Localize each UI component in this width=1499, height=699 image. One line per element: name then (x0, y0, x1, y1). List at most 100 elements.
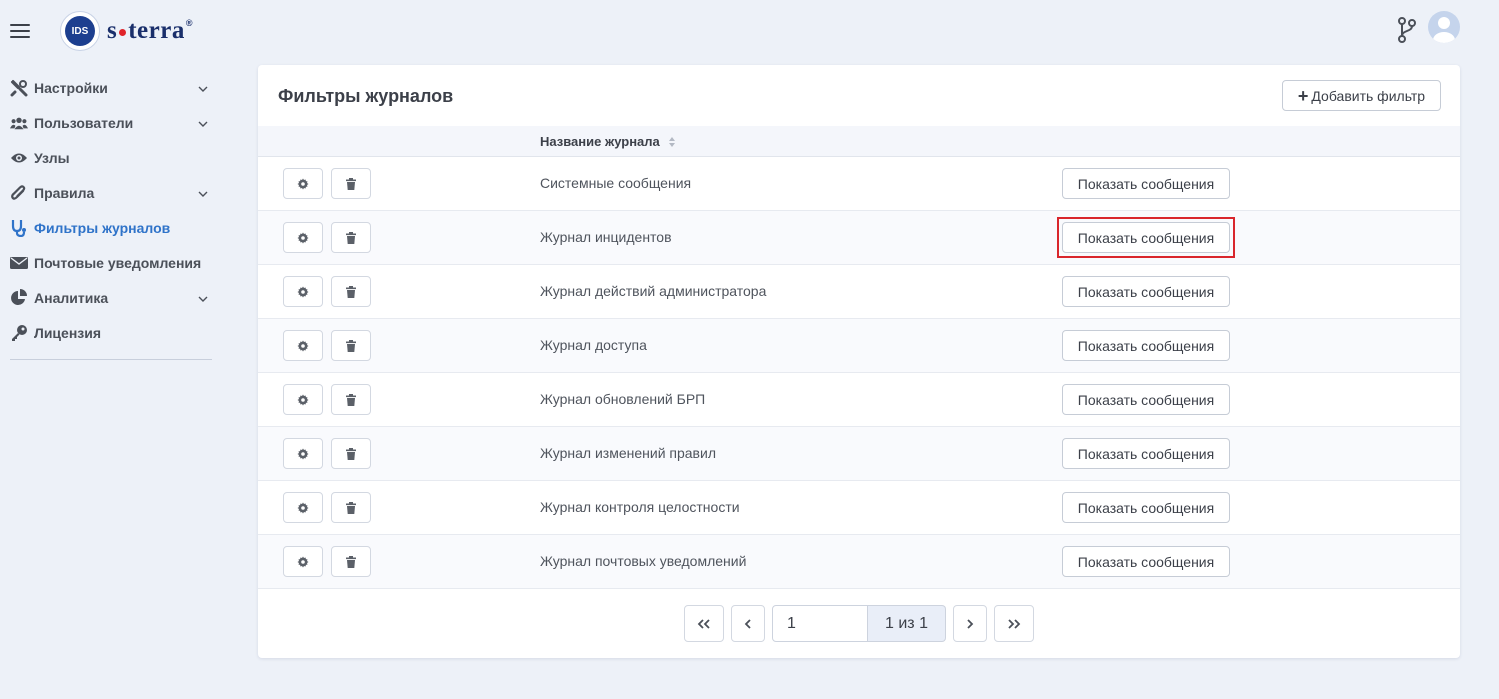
table-row: Журнал контроля целостности Показать сооб… (258, 481, 1460, 535)
table-row: Журнал обновлений БРП Показать сообщения (258, 373, 1460, 427)
edit-filter-button[interactable] (283, 330, 323, 361)
sidebar-item-log-filters[interactable]: Фильтры журналов (0, 210, 222, 245)
edit-filter-button[interactable] (283, 492, 323, 523)
logo-badge: IDS (60, 11, 100, 51)
pie-chart-icon (10, 288, 28, 307)
sidebar: Настройки Пользователи Узлы Правила Филь… (0, 70, 222, 360)
envelope-icon (10, 254, 28, 272)
double-chevron-left-icon (697, 618, 710, 629)
last-page-button[interactable] (994, 605, 1034, 642)
table-body: Системные сообщения Показать сообщения Жур… (258, 157, 1460, 589)
sidebar-item-nodes[interactable]: Узлы (0, 140, 222, 175)
table-header: Название журнала (258, 126, 1460, 157)
sidebar-item-label: Аналитика (34, 289, 109, 306)
show-messages-button[interactable]: Показать сообщения (1062, 222, 1230, 253)
pagination: 1 из 1 (258, 605, 1460, 642)
column-header-log-name[interactable]: Название журнала (540, 134, 676, 149)
chevron-down-icon (198, 296, 208, 302)
sidebar-item-label: Лицензия (34, 324, 102, 341)
log-name: Журнал почтовых уведомлений (540, 553, 747, 569)
edit-filter-button[interactable] (283, 168, 323, 199)
logo-wordmark: s terra ® (107, 17, 193, 45)
logo-text-right: terra (128, 17, 185, 44)
gear-icon (297, 394, 309, 405)
show-messages-button[interactable]: Показать сообщения (1062, 276, 1230, 307)
table-row: Системные сообщения Показать сообщения (258, 157, 1460, 211)
sidebar-item-rules[interactable]: Правила (0, 175, 222, 210)
logo-dot (119, 28, 127, 36)
log-name: Журнал действий администратора (540, 283, 767, 299)
show-messages-button[interactable]: Показать сообщения (1062, 168, 1230, 199)
card-header: Фильтры журналов + Добавить фильтр (258, 65, 1460, 126)
table-row: Журнал доступа Показать сообщения (258, 319, 1460, 373)
double-chevron-right-icon (1008, 618, 1021, 629)
tools-icon (10, 79, 28, 97)
delete-filter-button[interactable] (331, 438, 371, 469)
sort-icon[interactable] (668, 136, 676, 148)
chevron-right-icon (967, 618, 974, 629)
prev-page-button[interactable] (731, 605, 765, 642)
delete-filter-button[interactable] (331, 384, 371, 415)
sidebar-item-label: Пользователи (34, 114, 134, 131)
chevron-down-icon (198, 121, 208, 127)
eye-icon (10, 149, 28, 167)
trash-icon (346, 447, 356, 460)
edit-filter-button[interactable] (283, 384, 323, 415)
log-name: Журнал доступа (540, 337, 647, 353)
gear-icon (297, 286, 309, 297)
page-number-input[interactable] (772, 605, 868, 642)
delete-filter-button[interactable] (331, 492, 371, 523)
trash-icon (346, 231, 356, 244)
delete-filter-button[interactable] (331, 276, 371, 307)
next-page-button[interactable] (953, 605, 987, 642)
sidebar-item-label: Почтовые уведомления (34, 254, 202, 271)
log-name: Журнал контроля целостности (540, 499, 740, 515)
sidebar-item-analytics[interactable]: Аналитика (0, 280, 222, 315)
code-branch-icon[interactable] (1397, 17, 1417, 43)
show-messages-button[interactable]: Показать сообщения (1062, 330, 1230, 361)
log-filters-card: Фильтры журналов + Добавить фильтр Назва… (258, 65, 1460, 658)
gear-icon (297, 340, 309, 351)
users-icon (10, 114, 28, 132)
logo: IDS s terra ® (60, 11, 193, 51)
sidebar-item-label: Настройки (34, 79, 108, 96)
log-name: Журнал изменений правил (540, 445, 716, 461)
sidebar-item-license[interactable]: Лицензия (0, 315, 222, 350)
sidebar-item-settings[interactable]: Настройки (0, 70, 222, 105)
logo-registered-mark: ® (185, 18, 193, 28)
user-icon (1433, 17, 1455, 43)
sidebar-item-users[interactable]: Пользователи (0, 105, 222, 140)
log-name: Системные сообщения (540, 175, 692, 191)
menu-toggle-icon[interactable] (10, 24, 30, 38)
trash-icon (346, 501, 356, 514)
edit-filter-button[interactable] (283, 222, 323, 253)
add-filter-button[interactable]: + Добавить фильтр (1282, 80, 1441, 111)
table-row: Журнал инцидентов Показать сообщения (258, 211, 1460, 265)
paperclip-icon (10, 184, 28, 202)
sidebar-divider (10, 359, 212, 360)
gear-icon (297, 502, 309, 513)
page-info: 1 из 1 (868, 605, 946, 642)
sidebar-item-mail-notifications[interactable]: Почтовые уведомления (0, 245, 222, 280)
column-header-label: Название журнала (540, 134, 660, 149)
logo-text-left: s (107, 17, 118, 44)
delete-filter-button[interactable] (331, 222, 371, 253)
show-messages-button[interactable]: Показать сообщения (1062, 546, 1230, 577)
show-messages-button[interactable]: Показать сообщения (1062, 384, 1230, 415)
trash-icon (346, 285, 356, 298)
show-messages-button[interactable]: Показать сообщения (1062, 438, 1230, 469)
sidebar-item-label: Фильтры журналов (34, 219, 171, 236)
logo-badge-text: IDS (65, 16, 95, 46)
show-messages-button[interactable]: Показать сообщения (1062, 492, 1230, 523)
trash-icon (346, 177, 356, 190)
edit-filter-button[interactable] (283, 546, 323, 577)
first-page-button[interactable] (684, 605, 724, 642)
gear-icon (297, 232, 309, 243)
delete-filter-button[interactable] (331, 330, 371, 361)
edit-filter-button[interactable] (283, 276, 323, 307)
trash-icon (346, 555, 356, 568)
delete-filter-button[interactable] (331, 168, 371, 199)
user-avatar[interactable] (1428, 11, 1460, 43)
edit-filter-button[interactable] (283, 438, 323, 469)
delete-filter-button[interactable] (331, 546, 371, 577)
